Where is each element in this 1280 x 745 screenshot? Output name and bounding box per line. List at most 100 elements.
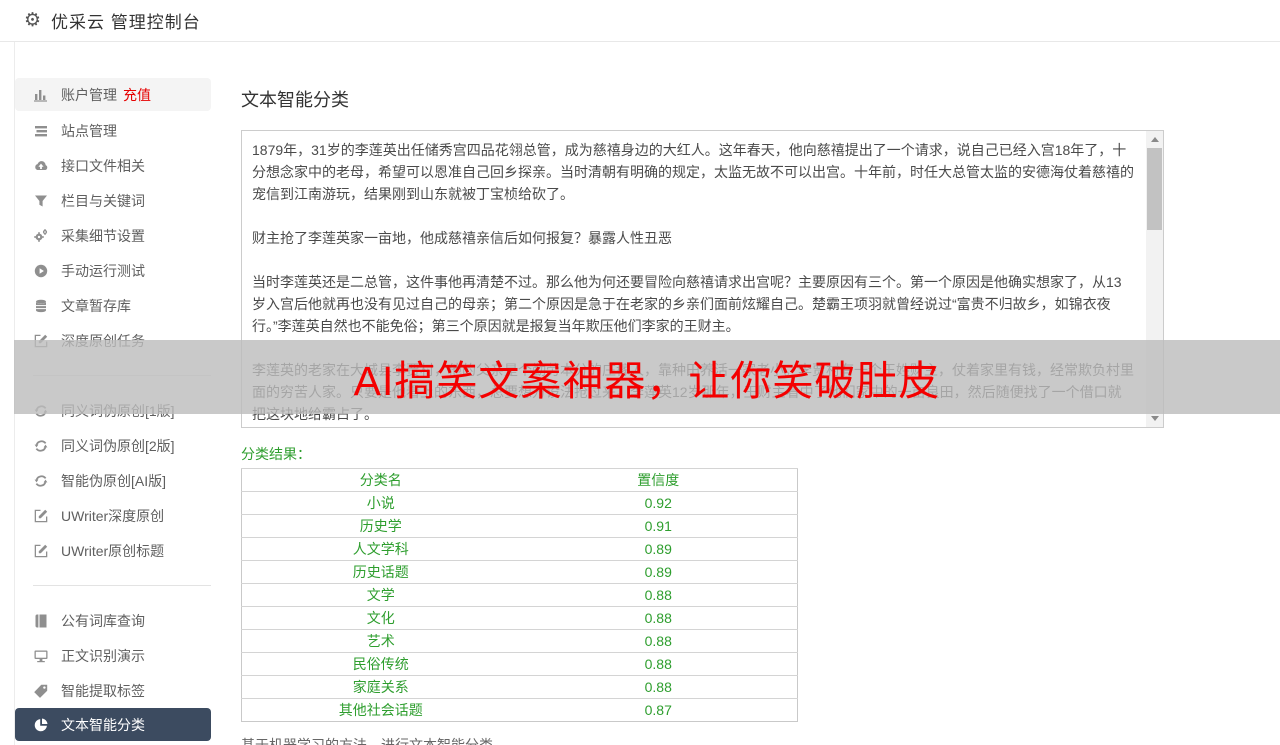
sidebar-item-account[interactable]: 账户管理 充值 <box>15 78 211 111</box>
article-input[interactable]: 1879年，31岁的李莲英出任储秀宫四品花翎总管，成为慈禧身边的大红人。这年春天… <box>241 130 1164 428</box>
sidebar-item-article-store[interactable]: 文章暂存库 <box>15 288 211 323</box>
sidebar-item-label: UWriter深度原创 <box>61 506 164 526</box>
top-header: ⚙ 优采云 管理控制台 <box>0 0 1280 42</box>
sidebar-item-manual-run[interactable]: 手动运行测试 <box>15 253 211 288</box>
table-row: 小说0.92 <box>242 492 798 515</box>
cell-category: 文学 <box>242 584 520 607</box>
sidebar-item-relevance-check[interactable]: 内容相关度检测 <box>15 741 211 745</box>
cell-confidence: 0.91 <box>520 515 798 538</box>
sidebar-item-sites[interactable]: 站点管理 <box>15 113 211 148</box>
cell-category: 历史话题 <box>242 561 520 584</box>
scrollbar-down-icon[interactable] <box>1146 410 1163 427</box>
cell-confidence: 0.92 <box>520 492 798 515</box>
sidebar-divider <box>33 375 211 376</box>
pie-chart-icon <box>33 717 49 733</box>
sidebar-item-label: UWriter原创标题 <box>61 541 164 561</box>
recharge-badge[interactable]: 充值 <box>123 85 151 105</box>
sidebar-item-synonym-v2[interactable]: 同义词伪原创[2版] <box>15 428 211 463</box>
cell-confidence: 0.89 <box>520 538 798 561</box>
page-title: 文本智能分类 <box>241 86 1280 112</box>
monitor-icon <box>33 648 49 664</box>
table-row: 历史学0.91 <box>242 515 798 538</box>
sidebar: 账户管理 充值 站点管理 接口文件相关 栏目与关键词 采集细节设置 手动运行测试… <box>15 42 211 745</box>
results-table: 分类名 置信度 小说0.92 历史学0.91 人文学科0.89 历史话题0.89… <box>241 468 798 722</box>
filter-icon <box>33 193 49 209</box>
article-text: 1879年，31岁的李莲英出任储秀宫四品花翎总管，成为慈禧身边的大红人。这年春天… <box>242 131 1163 428</box>
gear-icon: ⚙ <box>24 11 41 30</box>
cell-confidence: 0.87 <box>520 699 798 722</box>
table-row: 文学0.88 <box>242 584 798 607</box>
table-row: 艺术0.88 <box>242 630 798 653</box>
sidebar-item-label: 正文识别演示 <box>61 646 145 666</box>
sidebar-item-label: 文章暂存库 <box>61 296 131 316</box>
column-header-category: 分类名 <box>242 469 520 492</box>
sidebar-item-label: 深度原创任务 <box>61 331 145 351</box>
content-frame: 账户管理 充值 站点管理 接口文件相关 栏目与关键词 采集细节设置 手动运行测试… <box>14 42 1280 745</box>
sidebar-item-label: 文本智能分类 <box>61 715 145 735</box>
sidebar-item-body-recognition[interactable]: 正文识别演示 <box>15 638 211 673</box>
sidebar-item-text-classification[interactable]: 文本智能分类 <box>15 708 211 741</box>
table-header-row: 分类名 置信度 <box>242 469 798 492</box>
list-icon <box>33 123 49 139</box>
sidebar-item-uwriter-deep[interactable]: UWriter深度原创 <box>15 498 211 533</box>
article-paragraph: 李莲英的老家在大城县李贾村，他的父亲是个勤劳本分的庄稼人，靠种田养活一家老小。李… <box>252 359 1135 425</box>
sidebar-item-collect-settings[interactable]: 采集细节设置 <box>15 218 211 253</box>
edit-icon <box>33 508 49 524</box>
sync-icon <box>33 438 49 454</box>
sidebar-item-label: 站点管理 <box>61 121 117 141</box>
play-circle-icon <box>33 263 49 279</box>
sidebar-item-label: 账户管理 <box>61 85 117 105</box>
sidebar-item-deep-original-task[interactable]: 深度原创任务 <box>15 323 211 358</box>
gears-icon <box>33 228 49 244</box>
sidebar-item-label: 栏目与关键词 <box>61 191 145 211</box>
sync-icon <box>33 473 49 489</box>
table-row: 人文学科0.89 <box>242 538 798 561</box>
sidebar-item-smart-tags[interactable]: 智能提取标签 <box>15 673 211 708</box>
cell-confidence: 0.88 <box>520 653 798 676</box>
sidebar-item-uwriter-title[interactable]: UWriter原创标题 <box>15 533 211 568</box>
app-title: 优采云 管理控制台 <box>51 8 201 33</box>
cell-category: 其他社会话题 <box>242 699 520 722</box>
cloud-upload-icon <box>33 158 49 174</box>
sidebar-item-synonym-v1[interactable]: 同义词伪原创[1版] <box>15 393 211 428</box>
sidebar-item-public-lexicon[interactable]: 公有词库查询 <box>15 603 211 638</box>
sidebar-item-label: 智能提取标签 <box>61 681 145 701</box>
table-row: 文化0.88 <box>242 607 798 630</box>
sidebar-item-label: 接口文件相关 <box>61 156 145 176</box>
sidebar-item-ai-rewrite[interactable]: 智能伪原创[AI版] <box>15 463 211 498</box>
book-icon <box>33 613 49 629</box>
table-row: 家庭关系0.88 <box>242 676 798 699</box>
database-icon <box>33 298 49 314</box>
cell-confidence: 0.88 <box>520 584 798 607</box>
cell-confidence: 0.88 <box>520 607 798 630</box>
sync-icon <box>33 403 49 419</box>
edit-icon <box>33 543 49 559</box>
edit-icon <box>33 333 49 349</box>
cell-confidence: 0.88 <box>520 630 798 653</box>
table-row: 其他社会话题0.87 <box>242 699 798 722</box>
table-row: 民俗传统0.88 <box>242 653 798 676</box>
sidebar-divider <box>33 585 211 586</box>
bar-chart-icon <box>33 87 49 103</box>
results-label: 分类结果： <box>241 444 1280 464</box>
sidebar-item-interface-files[interactable]: 接口文件相关 <box>15 148 211 183</box>
sidebar-item-label: 同义词伪原创[1版] <box>61 401 175 421</box>
scrollbar-thumb[interactable] <box>1147 148 1162 230</box>
table-row: 历史话题0.89 <box>242 561 798 584</box>
footnote: 基于机器学习的方法，进行文本智能分类。 <box>241 735 1280 745</box>
cell-category: 历史学 <box>242 515 520 538</box>
tag-icon <box>33 683 49 699</box>
sidebar-item-label: 手动运行测试 <box>61 261 145 281</box>
article-paragraph: 1879年，31岁的李莲英出任储秀宫四品花翎总管，成为慈禧身边的大红人。这年春天… <box>252 139 1135 205</box>
sidebar-item-label: 公有词库查询 <box>61 611 145 631</box>
sidebar-item-label: 采集细节设置 <box>61 226 145 246</box>
cell-category: 小说 <box>242 492 520 515</box>
sidebar-item-columns-keywords[interactable]: 栏目与关键词 <box>15 183 211 218</box>
scrollbar-up-icon[interactable] <box>1146 131 1163 148</box>
cell-category: 文化 <box>242 607 520 630</box>
cell-category: 人文学科 <box>242 538 520 561</box>
column-header-confidence: 置信度 <box>520 469 798 492</box>
cell-confidence: 0.89 <box>520 561 798 584</box>
cell-category: 艺术 <box>242 630 520 653</box>
scrollbar[interactable] <box>1146 131 1163 427</box>
